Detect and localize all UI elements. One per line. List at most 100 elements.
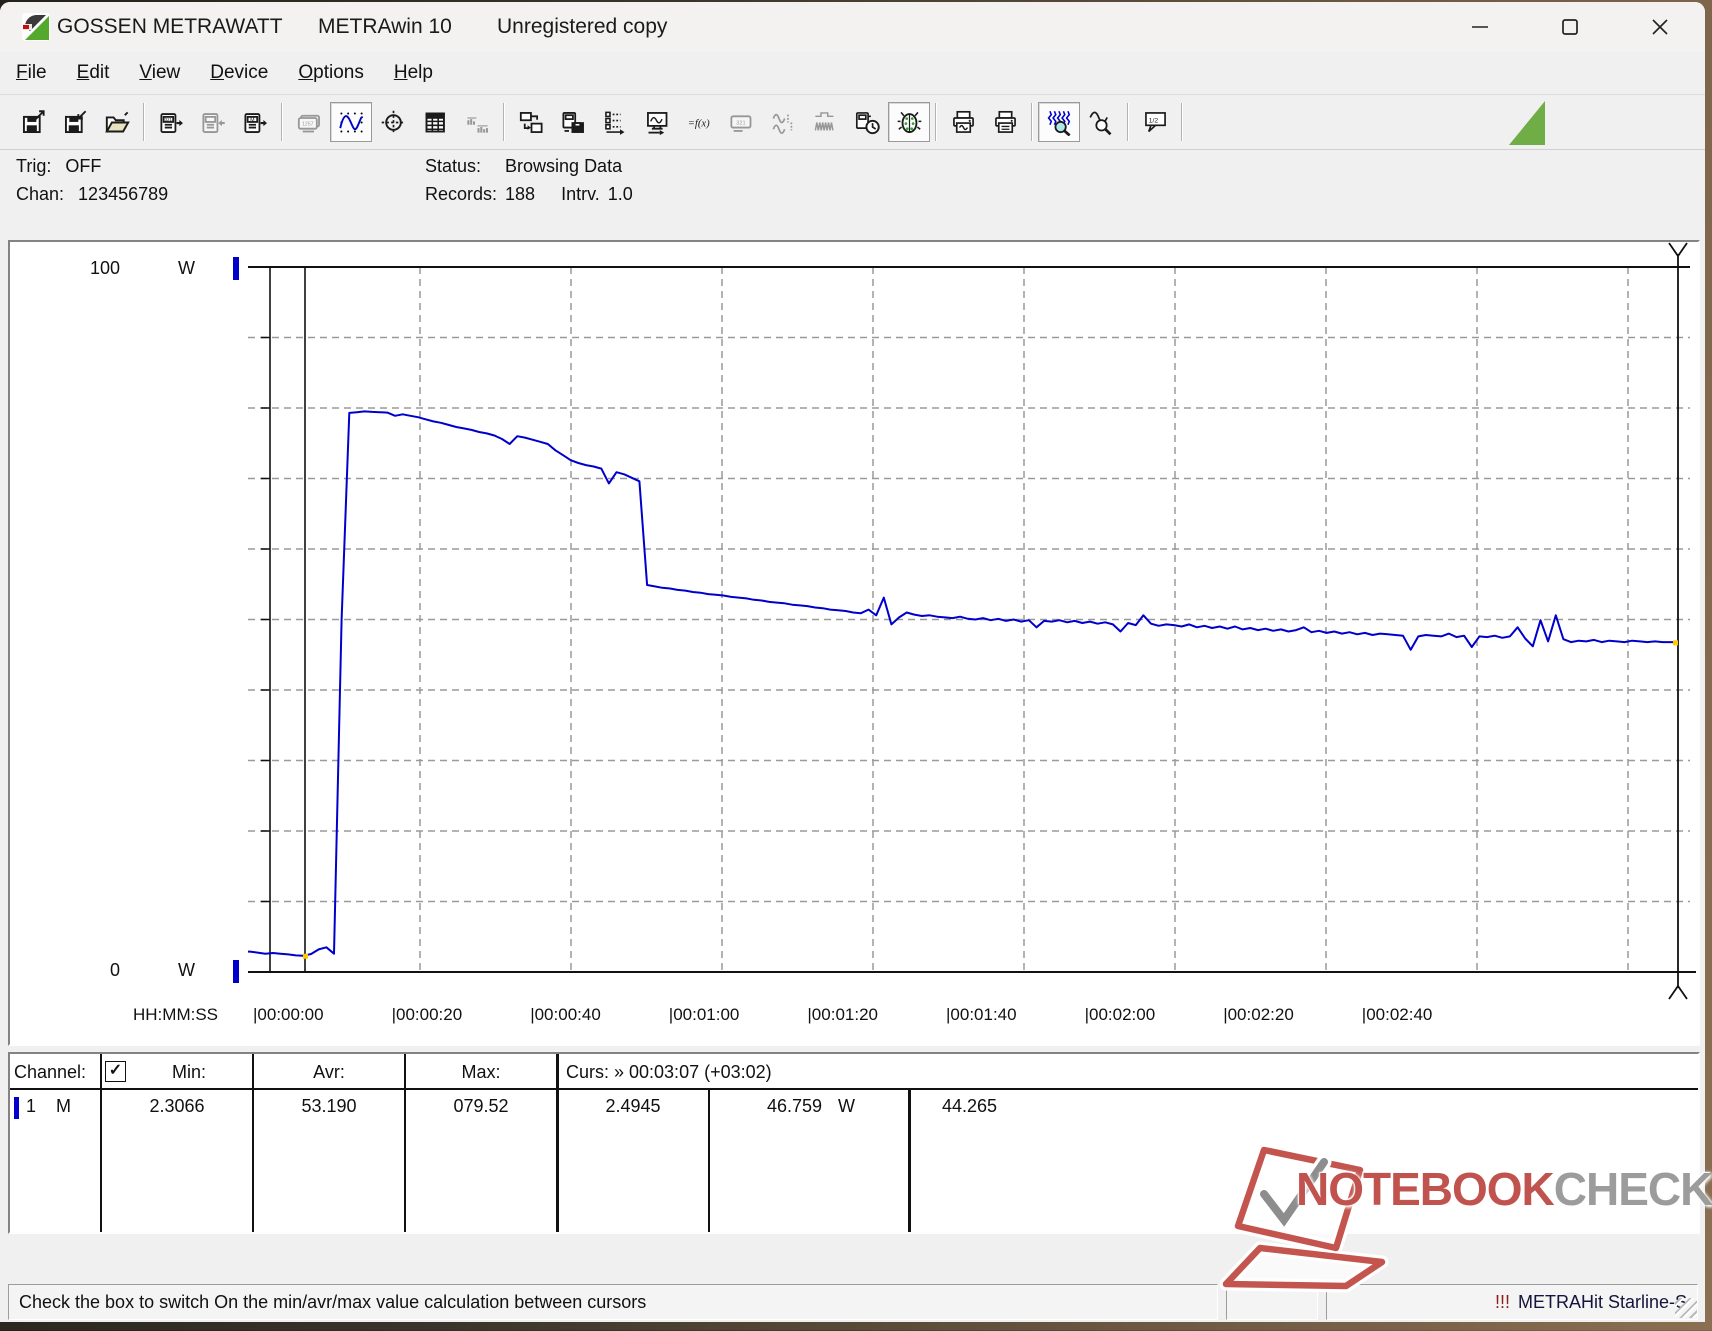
toolbar-button-printer[interactable] [984,102,1026,142]
col-header-avr: Avr: [313,1062,345,1082]
toolbar-button-beetle[interactable] [888,102,930,142]
toolbar-button-folder-open[interactable] [96,102,138,142]
data-table-icon [425,112,445,132]
device-name: METRAHit Starline-S [1517,1291,1687,1312]
toolbar-separator [1181,103,1183,141]
menu-item-view[interactable]: View [139,62,180,84]
toolbar-button-device-memory[interactable]: M [234,102,276,142]
cell-cursor-delta: 44.265 [942,1096,998,1116]
cell-cursor1-value: 2.4945 [605,1096,661,1116]
info-bar: Trig: OFF Chan: 123456789 Status: Browsing … [0,152,1705,238]
toolbar-button-pulse-wave[interactable] [804,102,846,142]
x-tick-label: |00:00:40 [530,1005,601,1024]
x-tick-label: |00:01:40 [946,1005,1017,1024]
svg-text:1/2: 1/2 [1148,117,1158,124]
toolbar-button-clock-device[interactable] [846,102,888,142]
toolbar-separator [503,103,505,141]
toolbar-button-zoom-single[interactable] [1080,102,1122,142]
col-header-min: Min: [171,1062,206,1082]
channel-list-icon [604,111,624,135]
toolbar-button-device-transfer[interactable] [510,102,552,142]
y-axis-unit-top: W [178,258,195,278]
toolbar: 321 M 1257 =f(x) 321 1/2 [0,94,1705,150]
statusbar-spacer [1226,1284,1318,1320]
toolbar-button-device-write[interactable] [192,102,234,142]
toolbar-button-display-digits[interactable]: 321 [720,102,762,142]
col-header-cursor: Curs: » 00:03:07 (+03:02) [566,1062,772,1082]
maximize-button[interactable] [1525,2,1615,52]
y-axis-unit-bottom: W [178,960,195,980]
menu-bar: File Edit View Device Options Help [0,52,1705,94]
cell-channel-mode: M [56,1096,71,1116]
device-alert-prefix: !!! [1494,1291,1510,1312]
menu-item-help[interactable]: Help [394,62,433,84]
col-header-channel: Channel: [14,1062,87,1082]
cell-channel-number: 1 [26,1096,37,1116]
table-divider [100,1054,102,1232]
toolbar-button-waveform-chart[interactable] [330,102,372,142]
cell-cursor2-unit: W [838,1096,855,1116]
x-tick-label: |00:01:00 [668,1005,740,1024]
svg-text:321: 321 [164,117,172,122]
svg-text:321: 321 [736,120,745,126]
minmax-checkbox[interactable]: ✓ [105,1061,126,1082]
resize-grip[interactable] [1675,1298,1697,1318]
zoom-single-icon [1088,111,1111,135]
col-header-max: Max: [461,1062,501,1082]
channel-color-marker [14,1097,19,1119]
toolbar-button-annotation[interactable]: 1/2 [1134,102,1176,142]
menu-item-edit[interactable]: Edit [77,62,110,84]
toolbar-button-save-export[interactable] [12,102,54,142]
close-button[interactable] [1615,2,1705,52]
toolbar-button-crosshair[interactable] [372,102,414,142]
menu-item-file[interactable]: File [16,62,47,84]
toolbar-button-data-table[interactable] [414,102,456,142]
y-axis-max-label: 100 [89,258,120,278]
cell-min: 2.3066 [149,1096,205,1116]
device-write-icon [201,112,225,133]
toolbar-button-save-import[interactable] [54,102,96,142]
toolbar-button-print-chart[interactable] [942,102,984,142]
toolbar-button-display-values[interactable]: 1257 [288,102,330,142]
menu-item-options[interactable]: Options [298,62,363,84]
x-axis-format-label: HH:MM:SS [133,1005,218,1024]
app-window: GOSSEN METRAWATT METRAwin 10 Unregistere… [0,2,1705,1322]
x-tick-label: |00:02:20 [1223,1005,1294,1024]
toolbar-button-formula[interactable]: =f(x) [678,102,720,142]
table-divider [708,1090,710,1232]
save-export-icon [22,109,45,133]
records-status: Records: 188 Intrv. 1.0 [425,184,633,204]
table-divider [556,1054,559,1232]
pulse-wave-icon [814,111,834,131]
svg-text:=f(x): =f(x) [687,117,709,129]
cell-max: 079.52 [453,1096,509,1116]
channel-status: Chan: 123456789 [16,184,169,204]
statusbar-device: !!! METRAHit Starline-S [1326,1284,1698,1320]
print-chart-icon [952,110,974,133]
title-bar: GOSSEN METRAWATT METRAwin 10 Unregistere… [0,2,1705,52]
toolbar-button-dual-wave[interactable] [762,102,804,142]
toolbar-button-channel-list[interactable] [594,102,636,142]
dual-wave-icon [772,113,792,134]
toolbar-separator [935,103,937,141]
toolbar-button-device-read[interactable]: 321 [150,102,192,142]
x-tick-label: |00:00:20 [391,1005,463,1024]
minimize-button[interactable] [1435,2,1525,52]
x-tick-label: |00:00:00 [253,1005,324,1024]
cell-avr: 53.190 [301,1096,357,1116]
toolbar-button-device-save[interactable] [552,102,594,142]
toolbar-button-monitor[interactable] [636,102,678,142]
app-logo-icon [22,13,50,41]
toolbar-separator [281,103,283,141]
toolbar-button-zoom-waves[interactable] [1038,102,1080,142]
table-header-rule [10,1088,1698,1090]
toolbar-button-bar-graph[interactable] [456,102,498,142]
toolbar-corner-triangle [1509,101,1545,145]
title-status: Unregistered copy [497,15,668,38]
zoom-waves-icon [1047,110,1071,136]
title-brand: GOSSEN METRAWATT [57,15,283,38]
menu-item-device[interactable]: Device [210,62,268,84]
monitor-icon [646,111,667,135]
crosshair-icon [381,110,405,134]
clock-device-icon [855,111,880,134]
